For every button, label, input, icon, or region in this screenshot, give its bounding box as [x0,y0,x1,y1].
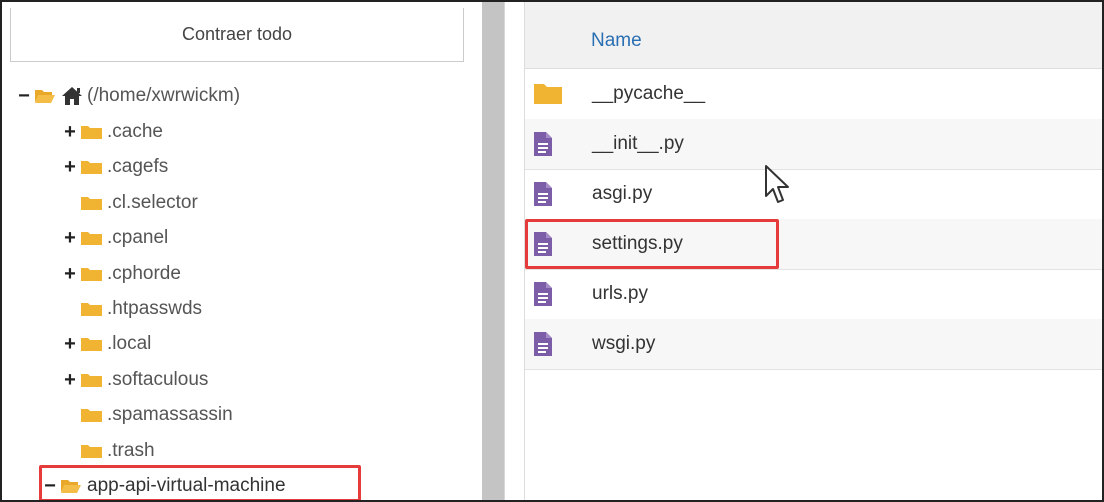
folder-icon [80,230,102,246]
tree-item-label: .spamassassin [107,404,233,426]
python-file-icon [533,181,557,207]
file-list-header: Name [525,2,1102,69]
expand-toggle[interactable]: + [62,334,78,354]
directory-tree-panel: Contraer todo − (/home/xwrwickm) + .cache… [2,2,482,500]
tree-item-label: .cl.selector [107,191,198,213]
expand-toggle[interactable]: + [62,228,78,248]
file-row[interactable]: asgi.py [525,169,1102,220]
python-file-icon [533,331,557,357]
folder-icon [533,81,562,107]
file-name: urls.py [592,283,648,304]
file-row[interactable]: urls.py [525,269,1102,320]
folder-icon [80,124,102,140]
tree-item-label: .cache [107,121,163,142]
folder-icon [80,443,102,459]
collapse-all-button[interactable]: Contraer todo [10,8,464,62]
python-file-icon [533,281,557,307]
tree-item[interactable]: + .softaculous [62,364,208,396]
home-icon [61,86,83,106]
folder-icon [80,301,102,317]
expand-toggle[interactable]: + [62,264,78,284]
file-name: asgi.py [592,183,653,204]
folder-icon [80,195,102,211]
splitter-edge [504,2,505,500]
tree-item[interactable]: + .cagefs [62,151,168,183]
tree-root-label: (/home/xwrwickm) [87,85,241,106]
mouse-cursor-icon [764,164,792,206]
tree-item-label: .trash [107,439,155,461]
tree-item-label: .cphorde [107,262,181,284]
tree-item-label: .local [107,333,152,355]
name-column-header[interactable]: Name [591,30,642,52]
tree-item[interactable]: +.htpasswds [62,293,202,325]
tree-item[interactable]: +.spamassassin [62,399,233,431]
expand-toggle[interactable]: + [62,157,78,177]
file-row[interactable]: wsgi.py [525,319,1102,370]
tree-item[interactable]: + .cpanel [62,222,168,254]
python-file-icon [533,131,557,157]
tree-item[interactable]: + .cache [62,116,163,148]
tree-item[interactable]: +.cl.selector [62,187,198,219]
tree-item-label: .htpasswds [107,298,203,319]
folder-icon [80,372,102,388]
tree-item[interactable]: + .local [62,328,151,360]
file-name: __init__.py [592,133,684,154]
highlight-box-settings [525,219,779,269]
folder-icon [80,336,102,352]
tree-item-label: .cagefs [107,156,169,178]
file-row[interactable]: __pycache__ [525,69,1102,120]
folder-icon [80,159,102,175]
file-name: __pycache__ [592,83,706,104]
expand-toggle[interactable]: + [62,122,78,142]
file-row[interactable]: __init__.py [525,119,1102,170]
tree-item-label: .cpanel [107,227,169,249]
open-folder-icon [34,88,56,104]
expand-toggle[interactable]: + [62,370,78,390]
file-name: wsgi.py [592,333,656,354]
tree-item[interactable]: + .cphorde [62,258,181,290]
panel-splitter[interactable] [482,2,504,500]
tree-item[interactable]: +.trash [62,435,155,467]
tree-item-label: .softaculous [107,368,209,390]
highlight-box-app-folder [39,465,361,500]
collapse-toggle[interactable]: − [16,86,32,106]
folder-icon [80,407,102,423]
file-manager-window: Contraer todo − (/home/xwrwickm) + .cache… [0,0,1104,502]
folder-icon [80,266,102,282]
tree-root[interactable]: − (/home/xwrwickm) [16,80,240,112]
